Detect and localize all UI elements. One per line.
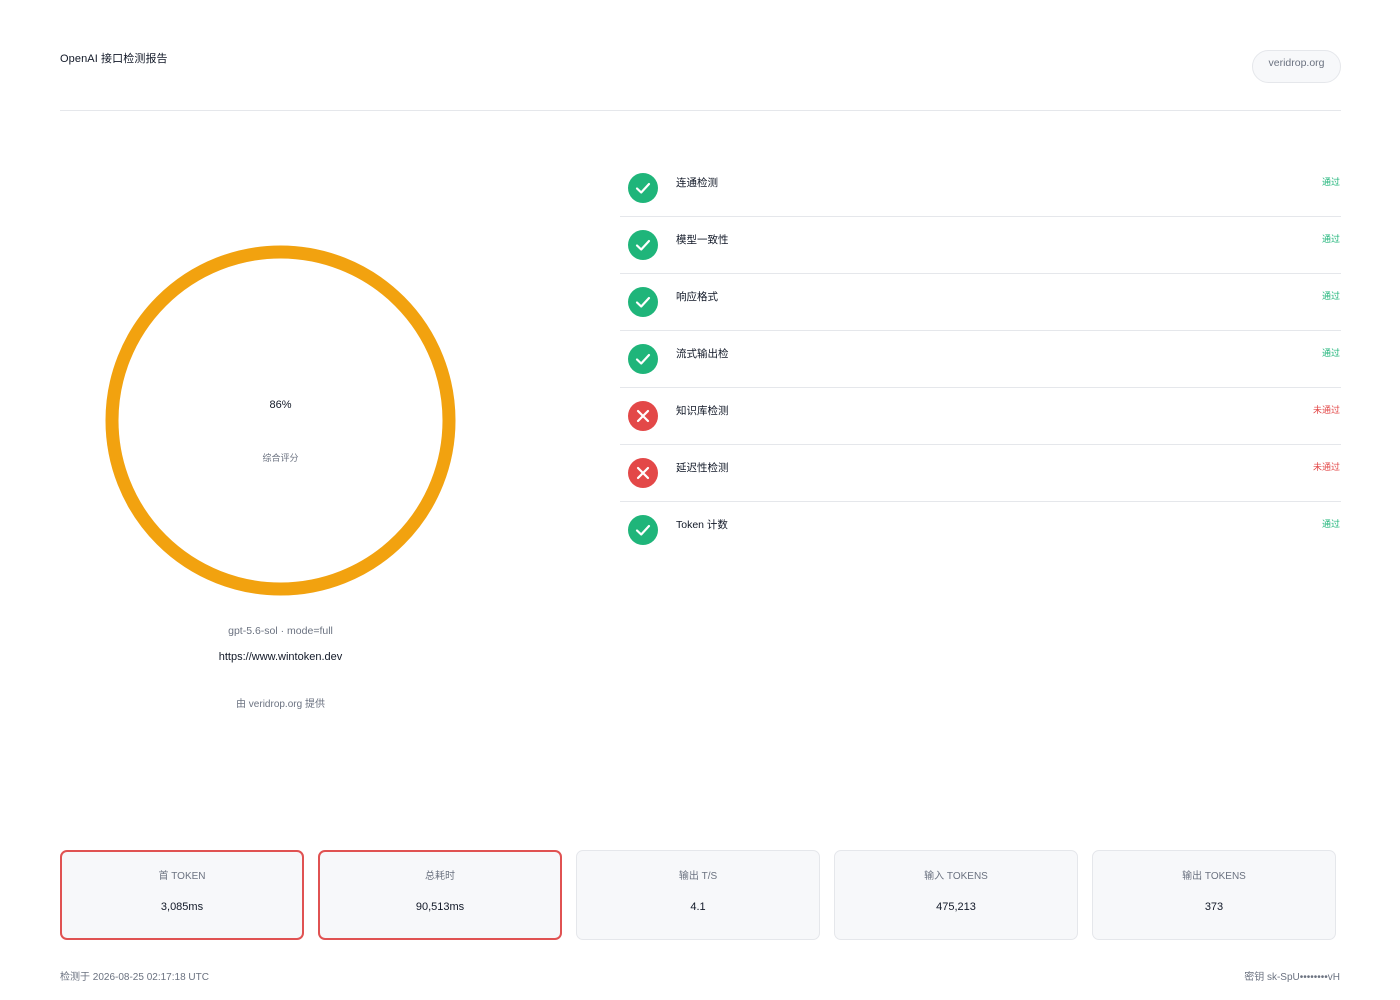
check-row: Token 计数 通过 [620,502,1341,558]
check-name: 连通检测 [676,177,718,189]
check-name: 流式输出检 [676,348,729,360]
header: OpenAI 接口检测报告 veridrop.org [60,40,1341,111]
check-row: 知识库检测 未通过 [620,388,1341,445]
page-title: OpenAI 接口检测报告 [60,53,168,65]
metric-card-output-tps: 输出 T/S 4.1 [576,850,820,940]
metric-value: 4.1 [690,901,706,913]
check-row: 模型一致性 通过 [620,217,1341,274]
check-result: 未通过 [1312,405,1340,415]
report-page: OpenAI 接口检测报告 veridrop.org 86% 综合评分 gpt-… [0,0,1400,1000]
check-icon [628,515,658,545]
check-row: 延迟性检测 未通过 [620,445,1341,502]
metric-value: 373 [1204,901,1224,913]
metric-label: 输入 TOKENS [924,871,988,882]
check-result: 通过 [1321,177,1340,187]
check-name: 模型一致性 [676,234,729,246]
footer-timestamp: 检测于 2026-08-25 02:17:18 UTC [60,972,209,983]
score-label: 综合评分 [262,453,299,463]
check-name: 响应格式 [676,291,718,303]
domain-badge[interactable]: veridrop.org [1252,50,1341,83]
metric-label: 首 TOKEN [158,871,206,882]
metric-label: 输出 T/S [678,871,718,882]
check-icon [628,230,658,260]
score-gauge: 86% 综合评分 [100,240,461,601]
endpoint-url[interactable]: https://www.wintoken.dev [100,651,461,663]
check-result: 通过 [1321,519,1340,529]
check-icon [628,287,658,317]
check-result: 通过 [1321,348,1340,358]
close-icon [628,458,658,488]
check-name: 知识库检测 [676,405,729,417]
check-row: 连通检测 通过 [620,160,1341,217]
metric-value: 90,513ms [415,901,465,913]
check-icon [628,173,658,203]
check-list: 连通检测 通过 模型一致性 通过 响应格式 通过 流式输出检 通过 知识库检测 … [620,160,1341,558]
check-result: 通过 [1321,291,1340,301]
metric-label: 输出 TOKENS [1182,871,1246,882]
score-ring [105,245,456,596]
footer-api-key: 密钥 sk-SpU••••••••vH [1244,972,1340,983]
metric-label: 总耗时 [425,871,455,882]
check-icon [628,344,658,374]
check-result: 通过 [1321,234,1340,244]
metric-value: 475,213 [936,901,976,913]
score-ring-progress [105,245,456,596]
metrics-row: 首 TOKEN 3,085ms 总耗时 90,513ms 输出 T/S 4.1 … [60,850,1340,941]
metric-card-total-time: 总耗时 90,513ms [318,850,562,940]
score-percent: 86% [269,399,292,411]
check-result: 未通过 [1312,462,1340,472]
check-name: Token 计数 [676,519,728,531]
metric-card-first-token: 首 TOKEN 3,085ms [60,850,304,940]
check-row: 响应格式 通过 [620,274,1341,331]
metric-value: 3,085ms [160,901,204,913]
metric-card-output-tokens: 输出 TOKENS 373 [1092,850,1336,940]
metric-card-input-tokens: 输入 TOKENS 475,213 [834,850,1078,940]
check-name: 延迟性检测 [676,462,729,474]
provided-by: 由 veridrop.org 提供 [236,699,325,710]
close-icon [628,401,658,431]
check-row: 流式输出检 通过 [620,331,1341,388]
model-info: gpt-5.6-sol · mode=full [228,625,333,637]
